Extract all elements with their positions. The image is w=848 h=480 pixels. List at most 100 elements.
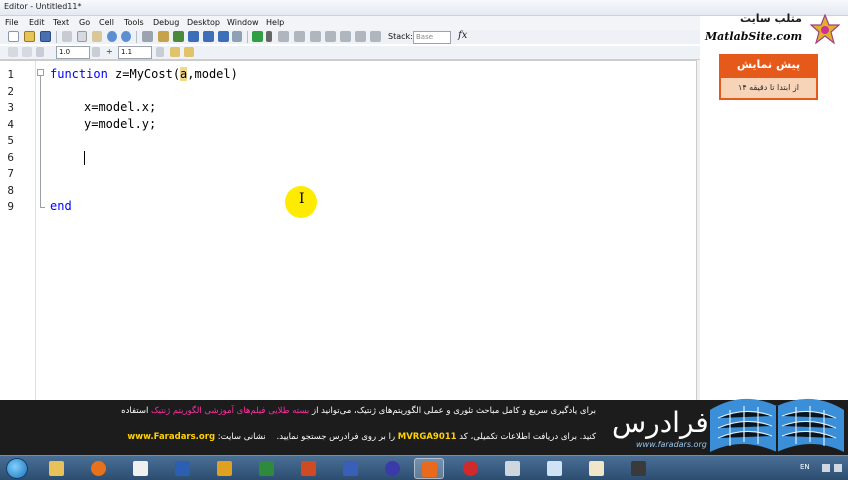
start-button[interactable] — [6, 458, 28, 479]
code-line-1[interactable]: function z=MyCost(a,model) — [50, 67, 238, 81]
redo-icon[interactable] — [121, 31, 131, 42]
menu-help[interactable]: Help — [266, 18, 284, 27]
menu-text[interactable]: Text — [53, 18, 69, 27]
plus-icon[interactable] — [92, 47, 100, 57]
taskbar-visio[interactable] — [336, 458, 366, 479]
line-number: 1 — [7, 68, 14, 81]
firefox-icon — [91, 461, 106, 476]
keyword-end: end — [50, 199, 72, 213]
step-out-icon[interactable] — [310, 31, 321, 42]
cell-mode-icon[interactable] — [8, 47, 18, 57]
clear-breakpoints-icon[interactable] — [355, 31, 366, 42]
new-file-icon[interactable] — [8, 31, 19, 42]
times-icon[interactable] — [156, 47, 164, 57]
code-line-3[interactable]: x=model.x; — [84, 100, 156, 114]
function-browser-icon[interactable] — [173, 31, 184, 42]
go-forward-icon[interactable] — [203, 31, 214, 42]
code-line-4[interactable]: y=model.y; — [84, 117, 156, 131]
toolbar-divider — [56, 31, 57, 43]
taskbar-excel[interactable] — [252, 458, 282, 479]
print-icon[interactable] — [142, 31, 153, 42]
indent-input[interactable]: 1.0 — [56, 46, 90, 59]
tray-icon[interactable] — [834, 464, 842, 472]
code-line-9[interactable]: end — [50, 199, 72, 213]
cut-icon[interactable] — [62, 31, 72, 42]
menu-window[interactable]: Window — [227, 18, 259, 27]
taskbar-notepad[interactable] — [540, 458, 570, 479]
line-number: 9 — [7, 200, 14, 213]
infinity-icon — [385, 461, 400, 476]
banner-text: استفاده — [121, 406, 152, 416]
exit-debug-icon[interactable] — [340, 31, 351, 42]
run-dropdown-icon[interactable] — [266, 31, 272, 42]
taskbar-word[interactable] — [168, 458, 198, 479]
go-to-icon[interactable] — [218, 31, 229, 42]
undo-icon[interactable] — [107, 31, 117, 42]
copy-icon[interactable] — [77, 31, 87, 42]
eval-cell-icon[interactable] — [22, 47, 32, 57]
scale-input[interactable]: 1.1 — [118, 46, 152, 59]
line-number: 7 — [7, 167, 14, 180]
tray-icon[interactable] — [822, 464, 830, 472]
toolbar-top: Stack: Base fx — [0, 30, 700, 44]
banner-line-2: کنید. برای دریافت اطلاعات تکمیلی، کد MVR… — [127, 432, 596, 442]
taskbar-infinity[interactable] — [378, 458, 408, 479]
taskbar-matlab[interactable] — [414, 458, 444, 479]
taskbar-editor[interactable] — [126, 458, 156, 479]
menu-debug[interactable]: Debug — [153, 18, 179, 27]
find-icon[interactable] — [158, 31, 169, 42]
text-editor-icon — [133, 461, 148, 476]
go-back-icon[interactable] — [188, 31, 199, 42]
step-in-icon[interactable] — [294, 31, 305, 42]
keyword-function: function — [50, 67, 108, 81]
stack-label: Stack: — [388, 32, 413, 41]
faradars-book-logo-icon — [710, 398, 844, 452]
menu-tools[interactable]: Tools — [124, 18, 144, 27]
taskbar-paint[interactable] — [582, 458, 612, 479]
taskbar-virus[interactable] — [456, 458, 486, 479]
taskbar-media[interactable] — [624, 458, 654, 479]
excel-icon — [259, 461, 274, 476]
folder-icon — [49, 461, 64, 476]
divide-icon[interactable]: ÷ — [106, 47, 113, 56]
stack-select[interactable]: Base — [413, 31, 451, 44]
minus-icon[interactable] — [36, 47, 44, 57]
menu-desktop[interactable]: Desktop — [187, 18, 220, 27]
save-icon[interactable] — [40, 31, 51, 42]
taskbar-outlook[interactable] — [210, 458, 240, 479]
preview-title: پیش نمایش — [736, 58, 801, 71]
step-icon[interactable] — [278, 31, 289, 42]
star-logo-icon — [810, 14, 840, 44]
code-editor[interactable]: 1 2 3 4 5 6 7 8 9 function z=MyCost(a,mo… — [0, 60, 700, 401]
line-number: 3 — [7, 101, 14, 114]
taskbar-calculator[interactable] — [498, 458, 528, 479]
run-icon[interactable] — [252, 31, 263, 42]
banner-site-url[interactable]: www.Faradars.org — [127, 432, 215, 442]
taskbar: EN — [0, 455, 848, 480]
menu-cell[interactable]: Cell — [99, 18, 114, 27]
continue-icon[interactable] — [325, 31, 336, 42]
language-indicator[interactable]: EN — [800, 463, 810, 471]
notepad-icon — [547, 461, 562, 476]
line-number: 4 — [7, 118, 14, 131]
line-number: 8 — [7, 184, 14, 197]
menu-go[interactable]: Go — [79, 18, 90, 27]
line-number-gutter: 1 2 3 4 5 6 7 8 9 — [0, 61, 36, 401]
menu-file[interactable]: File — [5, 18, 18, 27]
code-fold-end — [40, 207, 45, 208]
banner-line-1: برای یادگیری سریع و کامل مباحث تئوری و ع… — [121, 406, 596, 416]
taskbar-explorer[interactable] — [42, 458, 72, 479]
cell-options-icon[interactable] — [170, 47, 180, 57]
cell-options-2-icon[interactable] — [184, 47, 194, 57]
menu-edit[interactable]: Edit — [29, 18, 45, 27]
fold-toggle-icon[interactable] — [37, 69, 44, 76]
open-file-icon[interactable] — [24, 31, 35, 42]
banner-package-link[interactable]: بسته طلایی فیلم‌های آموزشی الگوریتم ژنتی… — [151, 406, 309, 416]
banner-text: برای یادگیری سریع و کامل مباحث تئوری و ع… — [309, 406, 596, 416]
breakpoint-icon[interactable] — [232, 31, 242, 42]
paste-icon[interactable] — [92, 31, 102, 42]
fx-icon[interactable]: fx — [458, 30, 467, 41]
debug-option-icon[interactable] — [370, 31, 381, 42]
taskbar-powerpoint[interactable] — [294, 458, 324, 479]
taskbar-firefox[interactable] — [84, 458, 114, 479]
